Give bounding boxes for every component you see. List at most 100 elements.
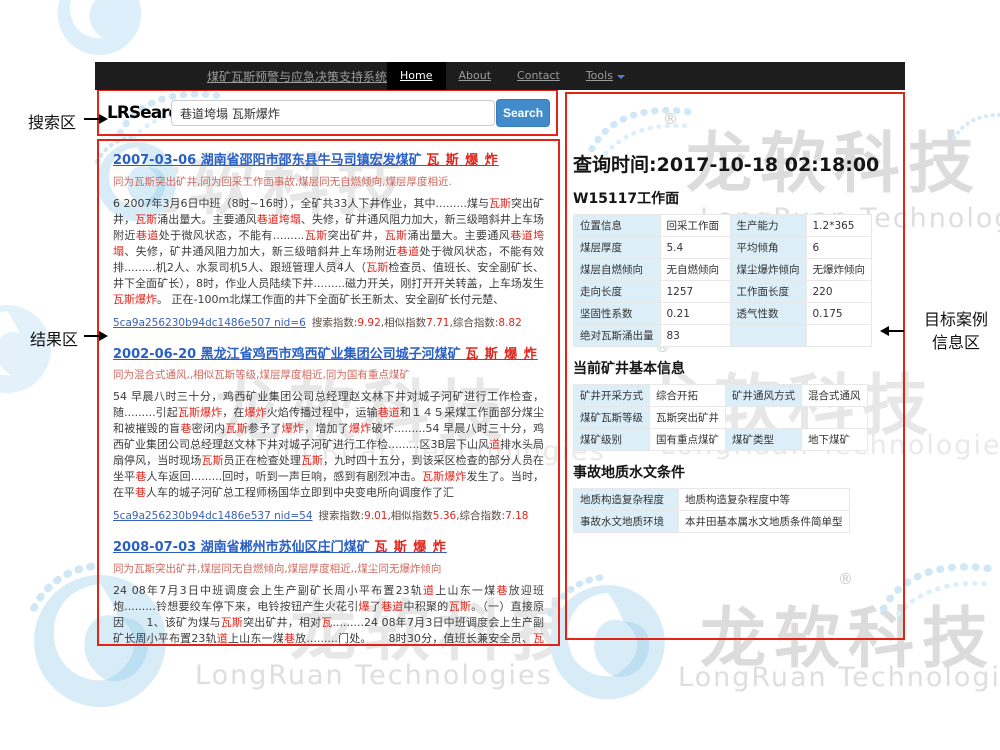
info-cell-label: 透气性数 bbox=[730, 303, 806, 325]
info-table: 位置信息回采工作面生产能力1.2*365 煤层厚度5.4平均倾角6煤层自燃倾向无自… bbox=[573, 214, 872, 347]
result-snippet: 6 2007年3月6日中班（8时~16时），全矿共33人下井作业，其中.....… bbox=[113, 196, 544, 308]
highlighted-keyword: 瓦斯 bbox=[489, 197, 511, 210]
nav-item-about[interactable]: About bbox=[446, 62, 505, 90]
search-result: 2008-07-03 湖南省郴州市苏仙区庄门煤矿 瓦 斯 爆 炸同为瓦斯突出矿井… bbox=[113, 536, 544, 646]
table-row: 煤矿瓦斯等级瓦斯突出矿井 bbox=[574, 407, 868, 429]
result-doc-link[interactable]: 5ca9a256230b94dc1486e537 nid=54 bbox=[113, 510, 313, 522]
result-similarity-note: 同为混合式通风,,相似瓦斯等级,煤层厚度相近,同为国有重点煤矿 bbox=[113, 367, 544, 382]
top-navbar: 煤矿瓦斯预警与应急决策支持系统 Home About Contact Tools bbox=[95, 62, 905, 90]
highlighted-keyword: 瓦斯爆炸 bbox=[178, 406, 222, 419]
result-title-text: 2007-03-06 湖南省邵阳市邵东县牛马司镇宏发煤矿 bbox=[113, 153, 426, 168]
result-title-text: 2002-06-20 黑龙江省鸡西市鸡西矿业集团公司城子河煤矿 bbox=[113, 347, 465, 362]
table-row: 煤矿级别国有重点煤矿煤矿类型地下煤矿 bbox=[574, 429, 868, 451]
snippet-text: 上山东一煤 bbox=[228, 632, 284, 645]
annotation-results-area: 结果区 bbox=[30, 326, 78, 350]
nav-item-tools[interactable]: Tools bbox=[573, 62, 638, 90]
highlighted-keyword: 巷 bbox=[496, 584, 508, 597]
nav-item-tools-label: Tools bbox=[586, 69, 613, 82]
info-cell-value: 6 bbox=[806, 237, 872, 259]
highlighted-keyword: 瓦斯 bbox=[449, 600, 472, 613]
highlighted-keyword: 道 bbox=[423, 584, 435, 597]
result-snippet: 24 08年7月3日中班调度会上生产副矿长周小平布置23轨道上山东一煤巷放迎班炮… bbox=[113, 583, 544, 646]
search-area-box: LRSearch Search bbox=[97, 89, 558, 136]
highlighted-keyword: 7.18 bbox=[505, 510, 528, 522]
query-time-heading: 查询时间:2017-10-18 02:18:00 bbox=[573, 150, 903, 177]
annotation-search-area: 搜索区 bbox=[28, 109, 76, 133]
snippet-text: 人车返回.........回时，听到一声巨响，感到有剧烈冲击。 bbox=[146, 470, 422, 483]
info-cell-value: 地质构造复杂程度中等 bbox=[679, 489, 850, 511]
navbar-brand[interactable]: 煤矿瓦斯预警与应急决策支持系统 bbox=[207, 68, 387, 85]
highlighted-keyword: 5.36 bbox=[433, 510, 456, 522]
search-button[interactable]: Search bbox=[496, 99, 550, 127]
info-cell-label: 矿井通风方式 bbox=[726, 385, 802, 407]
info-cell-label: 平均倾角 bbox=[730, 237, 806, 259]
search-input[interactable] bbox=[171, 100, 495, 126]
info-cell-value: 综合开拓 bbox=[650, 385, 726, 407]
info-cell-label: 走向长度 bbox=[574, 281, 661, 303]
info-table: 地质构造复杂程度地质构造复杂程度中等事故水文地质环境本井田基本属水文地质条件简单… bbox=[573, 488, 850, 533]
table-row: 矿井开采方式综合开拓矿井通风方式混合式通风 bbox=[574, 385, 868, 407]
watermark-en: LongRuan Technologies bbox=[195, 660, 553, 691]
results-list: 2007-03-06 湖南省邵阳市邵东县牛马司镇宏发煤矿 瓦 斯 爆 炸同为瓦斯… bbox=[113, 149, 544, 646]
info-cell-label: 坚固性系数 bbox=[574, 303, 661, 325]
highlighted-keyword: 瓦 bbox=[321, 616, 332, 629]
annotation-target-line2: 信息区 bbox=[916, 331, 996, 354]
snippet-text: 涌出量大。主要通风 bbox=[407, 229, 510, 242]
result-doc-link[interactable]: 5ca9a256230b94dc1486e507 nid=6 bbox=[113, 317, 306, 329]
nav-item-home[interactable]: Home bbox=[387, 62, 445, 90]
info-cell-label: 煤尘爆炸倾向 bbox=[730, 259, 806, 281]
info-cell-label: 位置信息 bbox=[574, 215, 661, 237]
info-cell-value: 1.2*365 bbox=[806, 215, 872, 237]
info-cell-value: 83 bbox=[660, 325, 730, 347]
snippet-text: ,相似指数 bbox=[381, 317, 426, 329]
info-cell-value: 1257 bbox=[660, 281, 730, 303]
highlighted-keyword: 道 bbox=[489, 438, 500, 451]
highlighted-keyword: 7.71 bbox=[426, 317, 449, 329]
result-snippet: 54 早晨八时三十分，鸡西矿业集团公司总经理赵文林下井对城子河矿进行工作检查，随… bbox=[113, 389, 544, 501]
watermark-en: LongRuan Technologies bbox=[678, 662, 1000, 693]
result-title-link[interactable]: 2007-03-06 湖南省邵阳市邵东县牛马司镇宏发煤矿 瓦 斯 爆 炸 bbox=[113, 153, 499, 168]
info-cell-value: 混合式通风 bbox=[802, 385, 868, 407]
highlighted-keyword: 巷 bbox=[135, 470, 146, 483]
snippet-text: 处于微风状态，不能有......... bbox=[159, 229, 305, 242]
info-cell-empty bbox=[726, 407, 802, 429]
info-cell-label: 工作面长度 bbox=[730, 281, 806, 303]
result-title-link[interactable]: 2008-07-03 湖南省郴州市苏仙区庄门煤矿 瓦 斯 爆 炸 bbox=[113, 540, 447, 555]
result-footer: 5ca9a256230b94dc1486e507 nid=6搜索指数:9.92,… bbox=[113, 315, 544, 330]
info-cell-label: 生产能力 bbox=[730, 215, 806, 237]
result-title-keyword: 瓦 斯 爆 炸 bbox=[426, 153, 499, 168]
arrow-left-icon bbox=[888, 330, 904, 332]
snippet-text: 员正在检查处理 bbox=[224, 454, 301, 467]
chevron-down-icon bbox=[617, 75, 625, 79]
table-row: 煤层自燃倾向无自燃倾向煤尘爆炸倾向无爆炸倾向 bbox=[574, 259, 872, 281]
highlighted-keyword: 巷道 bbox=[381, 600, 404, 613]
info-cell-value: 本井田基本属水文地质条件简单型 bbox=[679, 511, 850, 533]
info-cell-value: 5.4 bbox=[660, 237, 730, 259]
snippet-text: ，在 bbox=[222, 406, 244, 419]
snippet-text: ,综合指数: bbox=[450, 317, 499, 329]
info-cell-label bbox=[730, 325, 806, 347]
highlighted-keyword: 爆 bbox=[359, 600, 370, 613]
nav-item-contact[interactable]: Contact bbox=[504, 62, 573, 90]
highlighted-keyword: 瓦斯 bbox=[304, 229, 327, 242]
info-cell-label: 煤矿类型 bbox=[726, 429, 802, 451]
info-cell-label: 煤层厚度 bbox=[574, 237, 661, 259]
info-cell-label: 矿井开采方式 bbox=[574, 385, 650, 407]
info-cell-value: 地下煤矿 bbox=[802, 429, 868, 451]
result-similarity-note: 同为瓦斯突出矿井,煤层同无自燃倾向,煤层厚度相近,,煤尘同无爆炸倾向 bbox=[113, 561, 544, 576]
highlighted-keyword: 巷 bbox=[135, 486, 146, 499]
table-row: 事故水文地质环境本井田基本属水文地质条件简单型 bbox=[574, 511, 850, 533]
results-area-box: 2007-03-06 湖南省邵阳市邵东县牛马司镇宏发煤矿 瓦 斯 爆 炸同为瓦斯… bbox=[97, 139, 560, 646]
info-cell-value: 0.21 bbox=[660, 303, 730, 325]
snippet-text: 了 bbox=[370, 600, 381, 613]
result-title-link[interactable]: 2002-06-20 黑龙江省鸡西市鸡西矿业集团公司城子河煤矿 瓦 斯 爆 炸 bbox=[113, 347, 538, 362]
highlighted-keyword: 巷道垮塌 bbox=[257, 213, 301, 226]
search-result: 2007-03-06 湖南省邵阳市邵东县牛马司镇宏发煤矿 瓦 斯 爆 炸同为瓦斯… bbox=[113, 149, 544, 330]
info-cell-value: 220 bbox=[806, 281, 872, 303]
highlighted-keyword: 巷道 bbox=[378, 406, 400, 419]
section-title: 当前矿井基本信息 bbox=[573, 358, 903, 378]
info-cell-value: 回采工作面 bbox=[660, 215, 730, 237]
info-cell-label: 煤层自燃倾向 bbox=[574, 259, 661, 281]
result-footer: 5ca9a256230b94dc1486e537 nid=54搜索指数:9.01… bbox=[113, 508, 544, 523]
highlighted-keyword: 瓦斯 bbox=[301, 454, 323, 467]
